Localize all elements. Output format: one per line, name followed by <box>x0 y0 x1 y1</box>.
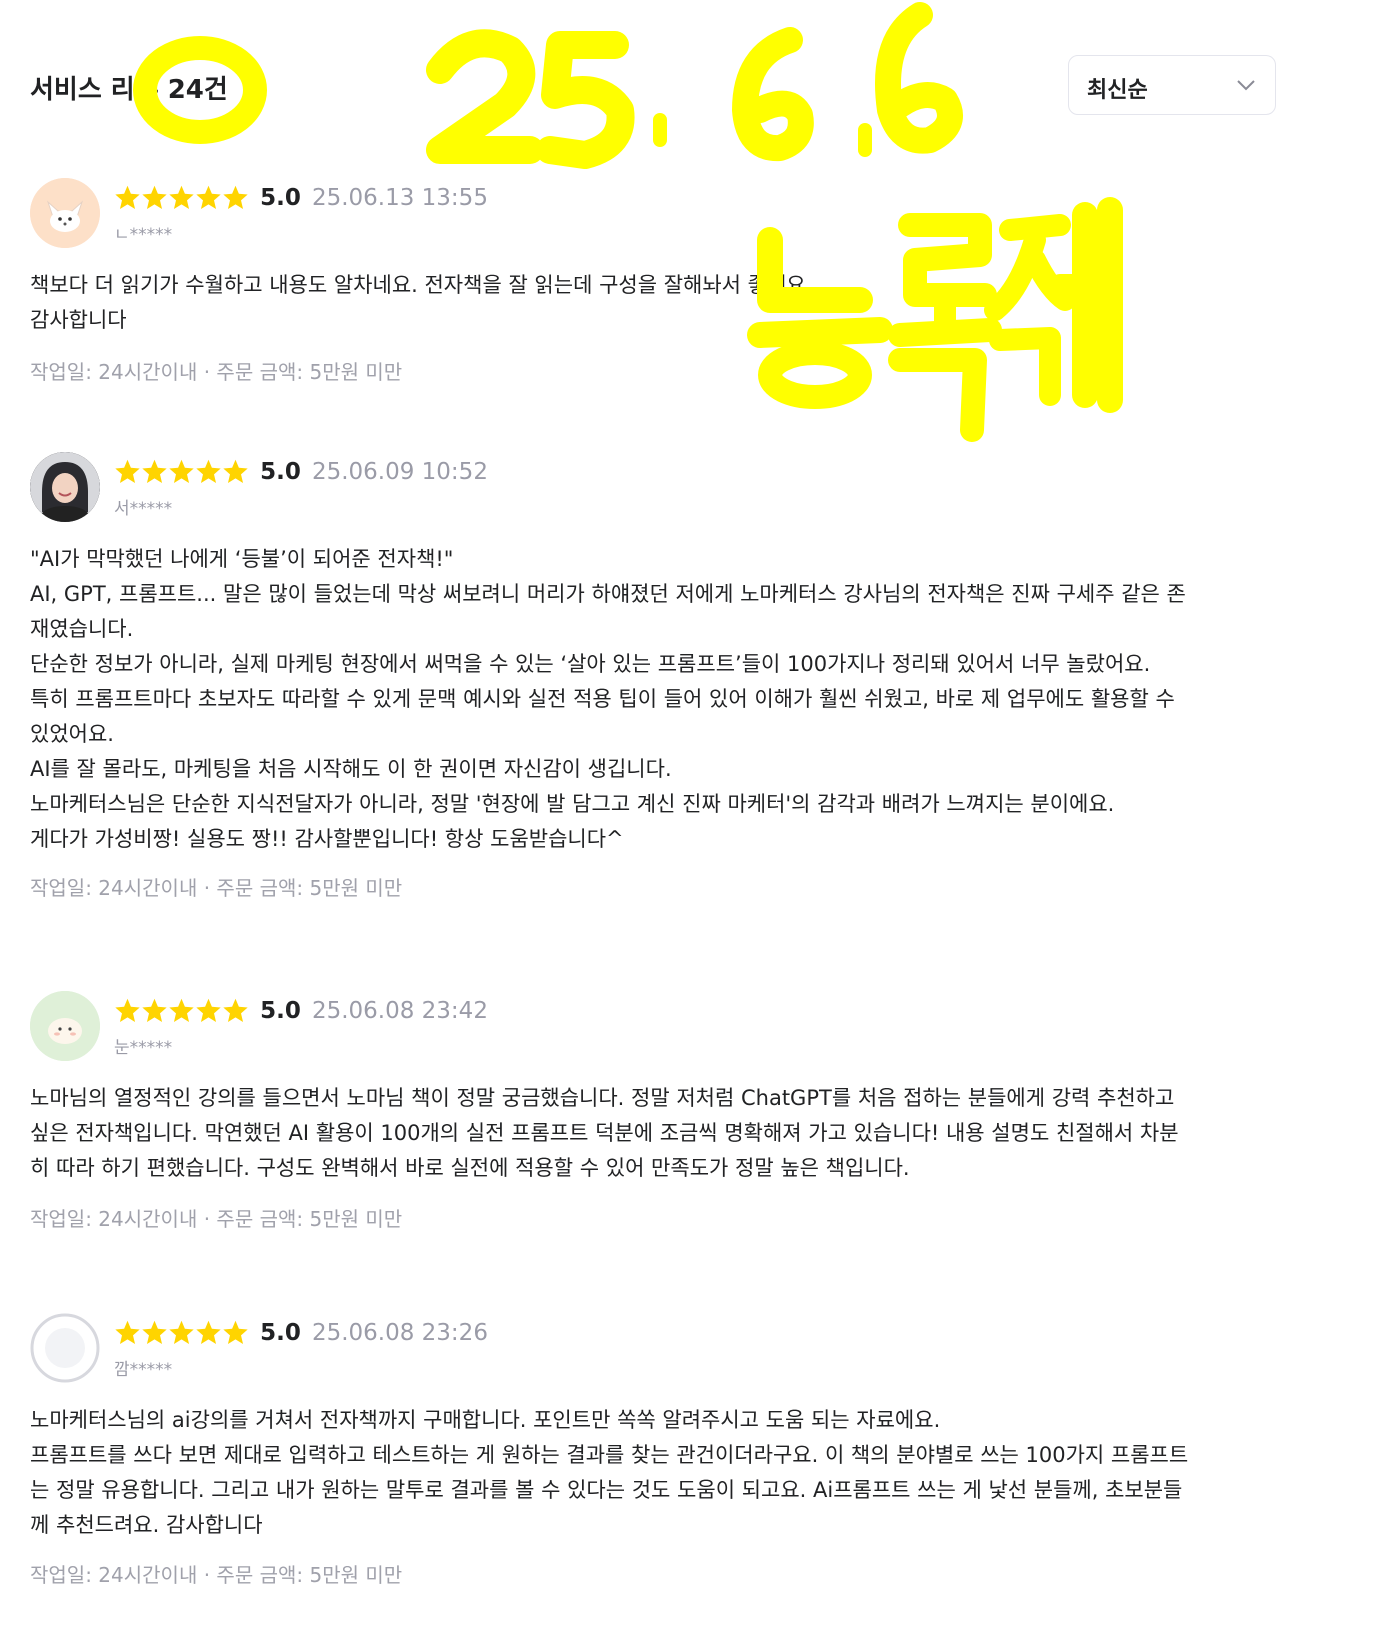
reviewer-name: ㄴ***** <box>114 225 173 245</box>
review-body: 책보다 더 읽기가 수월하고 내용도 알차네요. 전자책을 잘 읽는데 구성을 … <box>30 268 1250 338</box>
star-icon <box>169 459 194 483</box>
star-rating <box>114 458 249 485</box>
review-line: "AI가 막막했던 나에게 ‘등불’이 되어준 전자책!" <box>30 547 454 571</box>
user-placeholder-icon <box>30 1313 100 1383</box>
star-icon <box>142 185 167 209</box>
star-icon <box>142 1320 167 1344</box>
star-rating <box>114 997 249 1024</box>
star-icon <box>223 1320 248 1344</box>
review-line: AI를 잘 몰라도, 마케팅을 처음 시작해도 이 한 권이면 자신감이 생깁니… <box>30 757 672 781</box>
rating-score: 5.0 <box>260 1319 301 1346</box>
person-photo-avatar-icon <box>30 452 100 522</box>
review-line: 는 정말 유용합니다. 그리고 내가 원하는 말투로 결과를 볼 수 있다는 것… <box>30 1478 1183 1502</box>
star-icon <box>169 185 194 209</box>
chevron-down-icon <box>1237 80 1255 91</box>
review-meta: 작업일: 24시간이내 · 주문 금액: 5만원 미만 <box>30 876 403 900</box>
star-icon <box>196 1320 221 1344</box>
mochi-avatar-icon <box>30 991 100 1061</box>
star-icon <box>196 459 221 483</box>
rating-row: 5.0 25.06.13 13:55 <box>114 184 488 214</box>
fox-avatar[interactable] <box>30 178 100 248</box>
review-line: 싶은 전자책입니다. 막연했던 AI 활용이 100개의 실전 프롬프트 덕분에… <box>30 1121 1179 1145</box>
review-date: 25.06.13 13:55 <box>311 184 488 211</box>
review-item: 5.0 25.06.09 10:52 서***** "AI가 막막했던 나에게 … <box>30 452 1270 922</box>
review-line: 노마케터스님은 단순한 지식전달자가 아니라, 정말 '현장에 발 담그고 계신… <box>30 792 1115 816</box>
reviewer-name: 눈***** <box>114 1038 173 1058</box>
fox-avatar-icon <box>30 178 100 248</box>
star-icon <box>115 185 140 209</box>
review-date: 25.06.09 10:52 <box>311 458 488 485</box>
review-item: 5.0 25.06.08 23:26 깜***** 노마케터스님의 ai강의를 … <box>30 1313 1270 1613</box>
review-date: 25.06.08 23:26 <box>311 1319 488 1346</box>
review-line: 재였습니다. <box>30 617 134 641</box>
mochi-avatar[interactable] <box>30 991 100 1061</box>
review-body: "AI가 막막했던 나에게 ‘등불’이 되어준 전자책!" AI, GPT, 프… <box>30 542 1250 857</box>
star-icon <box>142 459 167 483</box>
review-line: 프롬프트를 쓰다 보면 제대로 입력하고 테스트하는 게 원하는 결과를 찾는 … <box>30 1443 1189 1467</box>
review-item: 5.0 25.06.13 13:55 ㄴ***** 책보다 더 읽기가 수월하고… <box>30 178 1270 408</box>
review-meta: 작업일: 24시간이내 · 주문 금액: 5만원 미만 <box>30 360 403 384</box>
star-icon <box>142 998 167 1022</box>
person-photo-avatar[interactable] <box>30 452 100 522</box>
star-rating <box>114 1319 249 1346</box>
default-avatar[interactable] <box>30 1313 100 1383</box>
review-line: 노마케터스님의 ai강의를 거쳐서 전자책까지 구매합니다. 포인트만 쏙쏙 알… <box>30 1408 941 1432</box>
star-icon <box>223 459 248 483</box>
review-body: 노마케터스님의 ai강의를 거쳐서 전자책까지 구매합니다. 포인트만 쏙쏙 알… <box>30 1403 1250 1543</box>
review-meta: 작업일: 24시간이내 · 주문 금액: 5만원 미만 <box>30 1563 403 1587</box>
review-item: 5.0 25.06.08 23:42 눈***** 노마님의 열정적인 강의를 … <box>30 991 1270 1251</box>
rating-row: 5.0 25.06.08 23:42 <box>114 997 488 1027</box>
star-icon <box>223 185 248 209</box>
rating-score: 5.0 <box>260 184 301 211</box>
rating-row: 5.0 25.06.09 10:52 <box>114 458 488 488</box>
review-line: 게다가 가성비짱! 실용도 짱!! 감사할뿐입니다! 항상 도움받습니다^ <box>30 827 624 851</box>
reviewer-name: 서***** <box>114 499 173 519</box>
star-icon <box>169 998 194 1022</box>
star-icon <box>196 185 221 209</box>
star-icon <box>115 459 140 483</box>
rating-score: 5.0 <box>260 997 301 1024</box>
review-meta: 작업일: 24시간이내 · 주문 금액: 5만원 미만 <box>30 1207 403 1231</box>
review-line: 특히 프롬프트마다 초보자도 따라할 수 있게 문맥 예시와 실전 적용 팁이 … <box>30 687 1175 711</box>
reviewer-name: 깜***** <box>114 1360 173 1380</box>
review-line: 책보다 더 읽기가 수월하고 내용도 알차네요. 전자책을 잘 읽는데 구성을 … <box>30 273 806 297</box>
review-body: 노마님의 열정적인 강의를 들으면서 노마님 책이 정말 궁금했습니다. 정말 … <box>30 1081 1250 1186</box>
star-rating <box>114 184 249 211</box>
review-line: 단순한 정보가 아니라, 실제 마케팅 현장에서 써먹을 수 있는 ‘살아 있는… <box>30 652 1151 676</box>
star-icon <box>115 998 140 1022</box>
reviews-header: 서비스 리뷰 24건 최신순 <box>30 55 1276 117</box>
rating-row: 5.0 25.06.08 23:26 <box>114 1319 488 1349</box>
star-icon <box>196 998 221 1022</box>
review-line: AI, GPT, 프롬프트... 말은 많이 들었는데 막상 써보려니 머리가 … <box>30 582 1186 606</box>
star-icon <box>169 1320 194 1344</box>
review-line: 께 추천드려요. 감사합니다 <box>30 1513 263 1537</box>
review-line: 노마님의 열정적인 강의를 들으면서 노마님 책이 정말 궁금했습니다. 정말 … <box>30 1086 1175 1110</box>
star-icon <box>223 998 248 1022</box>
sort-select[interactable]: 최신순 <box>1068 55 1276 115</box>
review-count-title: 서비스 리뷰 24건 <box>30 75 228 105</box>
review-line: 감사합니다 <box>30 308 127 332</box>
review-line: 히 따라 하기 편했습니다. 구성도 완벽해서 바로 실전에 적용할 수 있어 … <box>30 1156 910 1180</box>
review-date: 25.06.08 23:42 <box>311 997 488 1024</box>
star-icon <box>115 1320 140 1344</box>
review-line: 있었어요. <box>30 722 114 746</box>
rating-score: 5.0 <box>260 458 301 485</box>
sort-selected-label: 최신순 <box>1087 78 1148 103</box>
